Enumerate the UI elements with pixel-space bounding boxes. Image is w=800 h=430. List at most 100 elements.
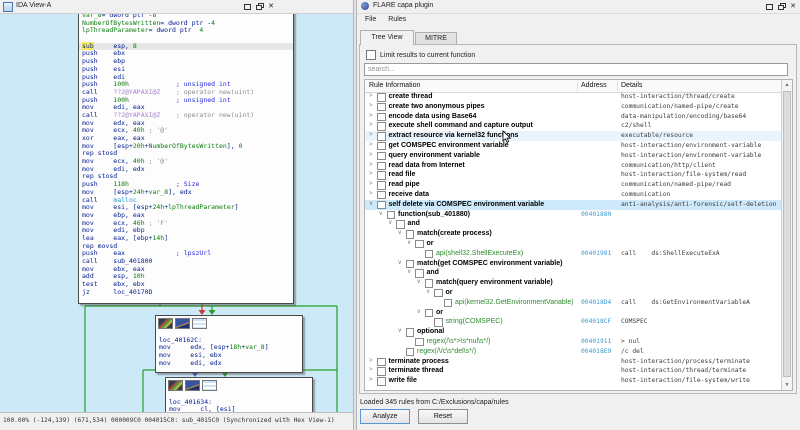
row-checkbox[interactable]: [377, 93, 386, 102]
graph-node-loc-40162C[interactable]: loc_40162C: mov edx, [esp+18h+var_8] mov e…: [155, 315, 303, 373]
row-checkbox[interactable]: [405, 328, 414, 337]
row-checkbox[interactable]: [377, 181, 386, 190]
limit-results-checkbox[interactable]: [366, 50, 376, 60]
row-address[interactable]: 004018D4: [581, 298, 611, 308]
row-checkbox[interactable]: [405, 259, 414, 269]
expander-expanded-icon[interactable]: ∨: [426, 288, 434, 298]
tree-row[interactable]: ∨ optional: [365, 327, 781, 337]
row-checkbox[interactable]: [377, 357, 386, 367]
tree-row[interactable]: api(kernel32.GetEnvironmentVariable) 0040…: [365, 298, 781, 308]
column-address[interactable]: Address: [581, 82, 607, 89]
tree-row[interactable]: > read file host-interaction/file-system/r…: [365, 170, 781, 180]
tree-row[interactable]: api(shell32.ShellExecuteEx) 00401981 call …: [365, 249, 781, 259]
expander-expanded-icon[interactable]: ∨: [388, 219, 396, 229]
tree-row[interactable]: ∨ or: [365, 308, 781, 318]
row-checkbox[interactable]: [377, 190, 386, 200]
expander-collapsed-icon[interactable]: >: [369, 376, 377, 386]
expander-collapsed-icon[interactable]: >: [369, 190, 377, 200]
maximize-icon[interactable]: [241, 2, 253, 11]
tree-row[interactable]: > receive data communication: [365, 190, 781, 200]
expander-collapsed-icon[interactable]: >: [369, 112, 377, 122]
ida-titlebar[interactable]: IDA View-A ✕: [0, 0, 353, 14]
row-address[interactable]: 004018E9: [581, 347, 611, 357]
expander-expanded-icon[interactable]: ∨: [407, 239, 415, 249]
row-address[interactable]: 00401880: [581, 210, 611, 220]
tree-row[interactable]: ∨ self delete via COMSPEC environment var…: [365, 199, 781, 210]
expander-collapsed-icon[interactable]: >: [369, 141, 377, 151]
expander-expanded-icon[interactable]: ∨: [407, 268, 415, 278]
expander-expanded-icon[interactable]: ∨: [379, 210, 387, 220]
scrollbar-thumb[interactable]: [783, 91, 791, 377]
vertical-scrollbar[interactable]: ▲ ▼: [781, 80, 792, 390]
tree-row[interactable]: > read pipe communication/named-pipe/read: [365, 180, 781, 190]
tree-row[interactable]: > create thread host-interaction/thread/cr…: [365, 92, 781, 102]
menu-file[interactable]: File: [359, 14, 382, 25]
scroll-down-icon[interactable]: ▼: [782, 380, 792, 390]
graph-node-entry[interactable]: var_8= dword ptr -8 NumberOfBytesWritten=…: [78, 14, 294, 304]
row-checkbox[interactable]: [396, 220, 405, 229]
tree-row[interactable]: > create two anonymous pipes communication…: [365, 102, 781, 112]
row-checkbox[interactable]: [405, 347, 414, 357]
tree-row[interactable]: > read data from Internet communication/ht…: [365, 161, 781, 171]
graph-node-loc-401634[interactable]: loc_401634:mov cl, [esi]mov al, cl: [165, 377, 313, 412]
tab-tree-view[interactable]: Tree View: [360, 30, 414, 45]
row-address[interactable]: 00401981: [581, 249, 611, 259]
row-checkbox[interactable]: [434, 288, 443, 298]
node-edit-icon[interactable]: [185, 380, 200, 391]
node-edit-icon[interactable]: [175, 318, 190, 329]
node-text-icon[interactable]: [192, 318, 207, 329]
row-checkbox[interactable]: [415, 269, 424, 278]
tree-row[interactable]: > encode data using Base64 data-manipulati…: [365, 112, 781, 122]
row-checkbox[interactable]: [424, 279, 433, 288]
float-window-icon[interactable]: [253, 2, 265, 11]
row-checkbox[interactable]: [377, 377, 386, 386]
tree-row[interactable]: > query environment variable host-interact…: [365, 151, 781, 161]
expander-collapsed-icon[interactable]: >: [369, 92, 377, 102]
tree-row[interactable]: ∨ and: [365, 268, 781, 278]
expander-collapsed-icon[interactable]: >: [369, 131, 377, 141]
row-checkbox[interactable]: [405, 230, 414, 239]
tree-row[interactable]: ∨ match(query environment variable): [365, 278, 781, 288]
search-input[interactable]: [364, 63, 788, 76]
capa-titlebar[interactable]: FLARE capa plugin ✕: [357, 0, 800, 14]
maximize-icon[interactable]: [763, 2, 775, 11]
expander-collapsed-icon[interactable]: >: [369, 151, 377, 161]
column-details[interactable]: Details: [621, 82, 642, 89]
node-text-icon[interactable]: [202, 380, 217, 391]
row-checkbox[interactable]: [377, 132, 386, 141]
close-icon[interactable]: ✕: [787, 2, 799, 11]
expander-collapsed-icon[interactable]: >: [369, 121, 377, 131]
tree-row[interactable]: > write file host-interaction/file-system/…: [365, 376, 781, 386]
row-checkbox[interactable]: [377, 141, 386, 151]
row-checkbox[interactable]: [386, 210, 395, 220]
tree-row[interactable]: > execute shell command and capture outpu…: [365, 121, 781, 131]
row-checkbox[interactable]: [415, 239, 424, 249]
row-checkbox[interactable]: [377, 171, 386, 180]
expander-expanded-icon[interactable]: ∨: [417, 278, 425, 288]
expander-expanded-icon[interactable]: ∨: [398, 259, 406, 269]
expander-collapsed-icon[interactable]: >: [369, 366, 377, 376]
reset-button[interactable]: Reset: [418, 409, 468, 424]
close-icon[interactable]: ✕: [265, 2, 277, 11]
menu-rules[interactable]: Rules: [382, 14, 412, 25]
tree-row[interactable]: > terminate thread host-interaction/thread…: [365, 366, 781, 376]
column-rule-information[interactable]: Rule Information: [369, 82, 420, 89]
expander-collapsed-icon[interactable]: >: [369, 170, 377, 180]
expander-expanded-icon[interactable]: ∨: [398, 327, 406, 337]
row-checkbox[interactable]: [377, 102, 386, 112]
expander-expanded-icon[interactable]: ∨: [369, 200, 377, 210]
tree-row[interactable]: > get COMSPEC environment variable host-in…: [365, 141, 781, 151]
tree-row[interactable]: > extract resource via kernel32 functions…: [365, 131, 781, 141]
expander-expanded-icon[interactable]: ∨: [398, 229, 406, 239]
row-address[interactable]: 00401911: [581, 337, 611, 347]
row-checkbox[interactable]: [377, 367, 386, 376]
tree-row[interactable]: ∨ and: [365, 219, 781, 229]
analyze-button[interactable]: Analyze: [360, 409, 410, 424]
row-checkbox[interactable]: [377, 112, 386, 122]
float-window-icon[interactable]: [775, 2, 787, 11]
row-checkbox[interactable]: [377, 161, 386, 171]
tree-row[interactable]: ∨ match(get COMSPEC environment variable): [365, 259, 781, 269]
tree-row[interactable]: regex(/\s*>\s*nul\s*/) 00401911 > nul: [365, 337, 781, 347]
scroll-up-icon[interactable]: ▲: [782, 80, 792, 90]
row-checkbox[interactable]: [377, 122, 386, 131]
